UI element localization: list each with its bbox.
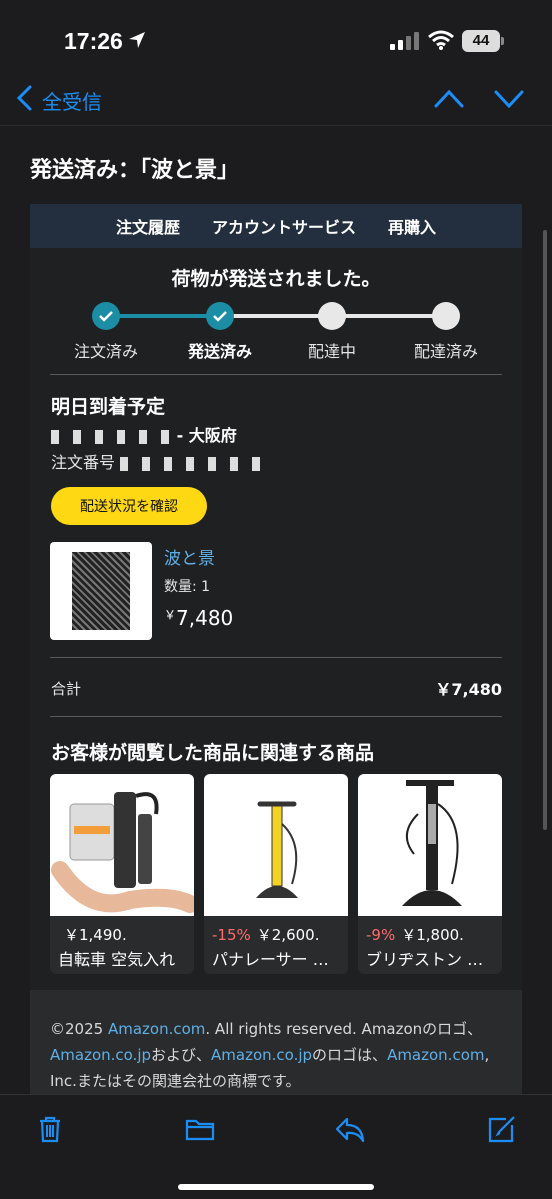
nav-bar: 全受信 bbox=[0, 72, 552, 126]
redacted-order-number bbox=[120, 456, 271, 471]
home-indicator bbox=[178, 1184, 374, 1190]
recommendation-name: ブリヂストン 空気入れ bbox=[366, 950, 496, 969]
mail-screen: 17:26 44 全受信 発送済み：「波と景」 注文履歴 アカウントサービス 再… bbox=[0, 0, 552, 1199]
email-footer: ©2025 Amazon.com. All rights reserved. A… bbox=[30, 990, 522, 1110]
back-button[interactable]: 全受信 bbox=[42, 86, 102, 115]
footer-text: のロゴは、 bbox=[312, 1046, 388, 1064]
book-cover-art bbox=[72, 552, 130, 630]
folder-icon[interactable] bbox=[184, 1113, 216, 1145]
recommendation-discount: -15% bbox=[212, 926, 251, 944]
divider bbox=[50, 716, 502, 717]
email-body: 注文履歴 アカウントサービス 再購入 荷物が発送されました。 注文済み 発送済み… bbox=[30, 204, 522, 1110]
recommendation-price: ￥1,490. bbox=[58, 924, 127, 945]
menu-order-history[interactable]: 注文履歴 bbox=[116, 214, 180, 238]
battery-tip bbox=[501, 37, 504, 45]
recommendation-card[interactable]: -15% ￥2,600. パナレーサー 空気入れ bbox=[204, 774, 348, 974]
product-price-value: 7,480 bbox=[176, 606, 234, 630]
recommendation-price: -15% ￥2,600. bbox=[212, 924, 319, 945]
arrival-estimate: 明日到着予定 bbox=[51, 396, 166, 418]
recommendation-card[interactable]: -9% ￥1,800. ブリヂストン 空気入れ bbox=[358, 774, 502, 974]
cellular-signal-icon bbox=[390, 32, 420, 50]
email-subject: 発送済み：「波と景」 bbox=[30, 158, 240, 183]
menu-account-service[interactable]: アカウントサービス bbox=[212, 214, 356, 238]
order-number: 注文番号 bbox=[51, 449, 271, 473]
recommendation-image bbox=[204, 774, 348, 916]
footer-text: . All rights reserved. Amazonのロゴ、 bbox=[205, 1020, 483, 1038]
recommendation-price-value: ￥1,800. bbox=[401, 926, 464, 944]
compose-icon[interactable] bbox=[486, 1113, 518, 1145]
shipped-title: 荷物が発送されました。 bbox=[171, 268, 381, 290]
total-value: ￥7,480 bbox=[435, 680, 502, 699]
trash-icon[interactable] bbox=[34, 1113, 66, 1145]
product-quantity: 数量: 1 bbox=[164, 579, 211, 595]
recommendation-image bbox=[50, 774, 194, 916]
amazon-top-menu: 注文履歴 アカウントサービス 再購入 bbox=[30, 204, 522, 248]
recommendation-price-value: ￥1,490. bbox=[64, 926, 127, 944]
reply-icon[interactable] bbox=[334, 1113, 366, 1145]
step-label-shipped: 発送済み bbox=[187, 342, 253, 361]
status-time: 17:26 bbox=[64, 28, 123, 54]
recommendation-name: パナレーサー 空気入れ bbox=[212, 950, 342, 969]
recommendation-price-value: ￥2,600. bbox=[256, 926, 320, 944]
location-arrow-icon bbox=[129, 32, 145, 48]
divider bbox=[50, 374, 502, 375]
order-number-label: 注文番号 bbox=[51, 453, 116, 472]
scrollbar[interactable] bbox=[543, 230, 547, 830]
step-label-in-transit: 配達中 bbox=[307, 342, 357, 361]
next-message-icon[interactable] bbox=[492, 86, 526, 110]
wifi-icon bbox=[428, 30, 454, 50]
product-price: ￥7,480 bbox=[164, 606, 233, 630]
recommendation-discount: -9% bbox=[366, 926, 396, 944]
battery-indicator: 44 bbox=[462, 30, 500, 52]
progress-track-done bbox=[106, 314, 220, 318]
recommendation-card[interactable]: ￥1,490. 自転車 空気入れ bbox=[50, 774, 194, 974]
price-yen-symbol: ￥ bbox=[164, 608, 177, 622]
footer-copyright: ©2025 bbox=[50, 1020, 108, 1038]
product-name-link[interactable]: 波と景 bbox=[164, 544, 215, 569]
menu-buy-again[interactable]: 再購入 bbox=[388, 214, 436, 238]
footer-link-amazon-co-jp[interactable]: Amazon.co.jp bbox=[50, 1046, 151, 1064]
footer-link-amazon-com[interactable]: Amazon.com bbox=[108, 1020, 205, 1038]
step-dot-shipped bbox=[206, 302, 234, 330]
redacted-address bbox=[51, 429, 171, 444]
step-label-ordered: 注文済み bbox=[73, 342, 139, 361]
footer-link-amazon-com[interactable]: Amazon.com bbox=[387, 1046, 484, 1064]
step-dot-ordered bbox=[92, 302, 120, 330]
address-suffix: - 大阪府 bbox=[176, 426, 237, 445]
previous-message-icon[interactable] bbox=[432, 86, 466, 110]
step-dot-in-transit bbox=[318, 302, 346, 330]
recommendations-title: お客様が閲覧した商品に関連する商品 bbox=[51, 742, 375, 764]
recommendation-image bbox=[358, 774, 502, 916]
total-label: 合計 bbox=[51, 680, 82, 698]
status-bar: 17:26 44 bbox=[0, 0, 552, 80]
shipment-progress: 注文済み 発送済み 配達中 配達済み bbox=[30, 300, 522, 361]
divider bbox=[50, 657, 502, 658]
track-package-button[interactable]: 配送状況を確認 bbox=[51, 487, 207, 525]
recommendation-price: -9% ￥1,800. bbox=[366, 924, 464, 945]
footer-link-amazon-co-jp[interactable]: Amazon.co.jp bbox=[211, 1046, 312, 1064]
back-chevron-icon[interactable] bbox=[14, 84, 34, 112]
product-image[interactable] bbox=[50, 542, 152, 640]
step-label-delivered: 配達済み bbox=[413, 342, 479, 361]
footer-text: および、 bbox=[151, 1046, 212, 1064]
recommendation-name: 自転車 空気入れ bbox=[58, 950, 176, 969]
shipping-address: - 大阪府 bbox=[51, 422, 237, 446]
step-dot-delivered bbox=[432, 302, 460, 330]
